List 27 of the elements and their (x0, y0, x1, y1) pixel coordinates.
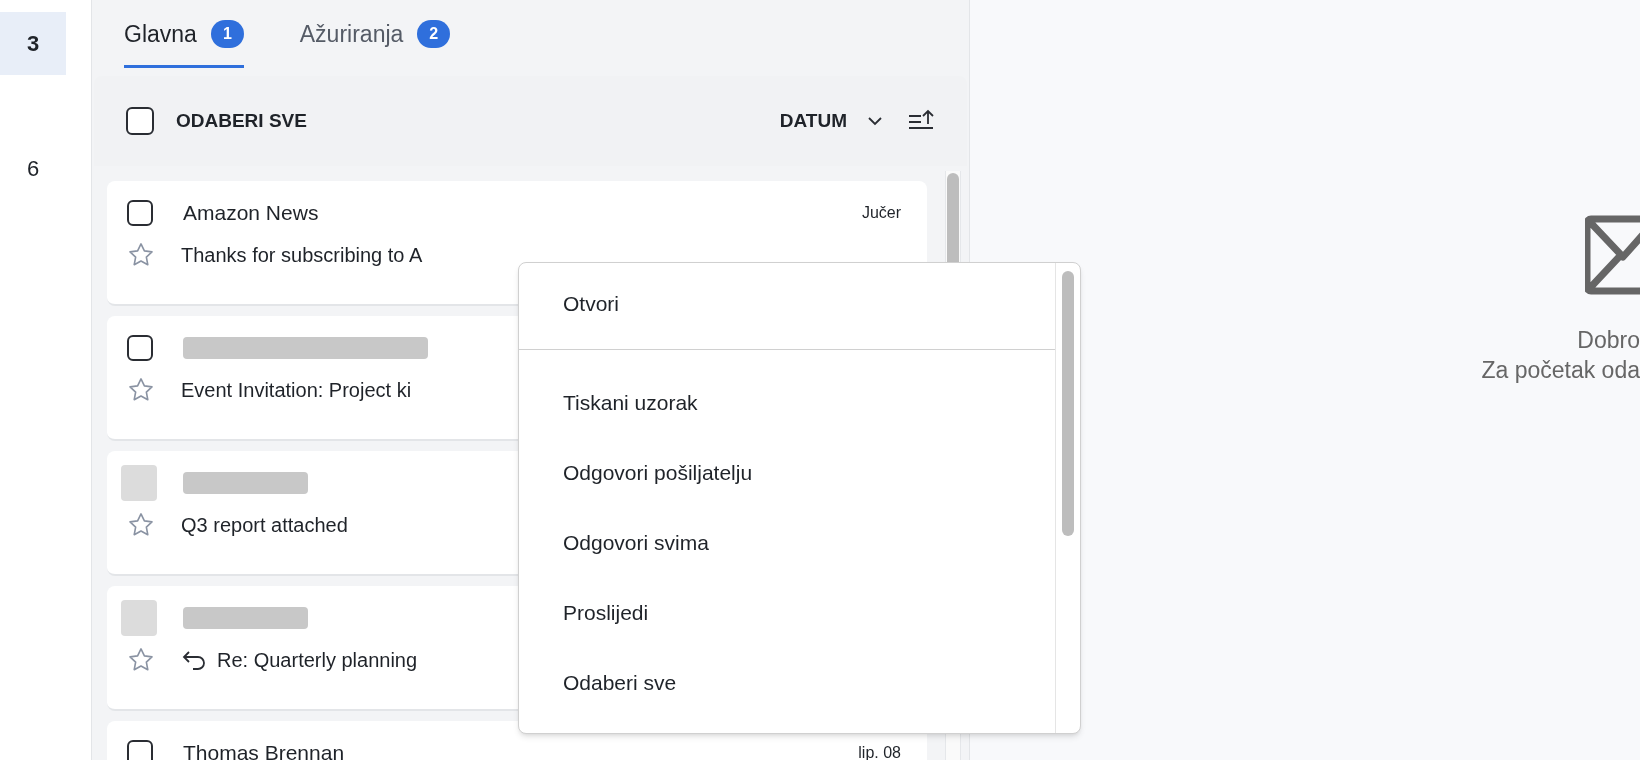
message-checkbox[interactable] (127, 740, 153, 760)
sender-name: Amazon News (183, 201, 319, 225)
welcome-title: Dobro (1577, 326, 1640, 355)
sidebar-item[interactable]: 6 (0, 137, 66, 200)
welcome-subtitle: Za početak oda (1481, 356, 1640, 385)
avatar-placeholder (121, 465, 157, 501)
message-checkbox[interactable] (127, 200, 153, 226)
count-badge: 2 (417, 19, 451, 48)
sort-dropdown[interactable]: DATUM (779, 106, 883, 136)
menu-item[interactable]: Otvori (519, 271, 1055, 350)
tab[interactable]: Ažuriranja 2 (299, 16, 451, 68)
message-subject: Thanks for subscribing to A (181, 243, 423, 268)
tab[interactable]: Glavna 1 (124, 16, 244, 68)
message-subject: Event Invitation: Project ki (181, 378, 412, 403)
select-all-checkbox[interactable] (126, 107, 154, 135)
count-badge: 1 (210, 19, 244, 48)
message-subject: Re: Quarterly planning (217, 648, 418, 673)
message-date: Jučer (861, 203, 901, 223)
reply-icon (181, 649, 207, 671)
envelope-icon (1585, 215, 1640, 295)
sidebar-item[interactable]: 3 (0, 12, 66, 75)
select-all-label: ODABERI SVE (176, 108, 307, 133)
avatar-placeholder (121, 600, 157, 636)
sender-name: Thomas Brennan (183, 741, 345, 760)
message-checkbox[interactable] (127, 335, 153, 361)
chevron-down-icon (867, 116, 883, 126)
message-subject: Q3 report attached (181, 513, 348, 538)
